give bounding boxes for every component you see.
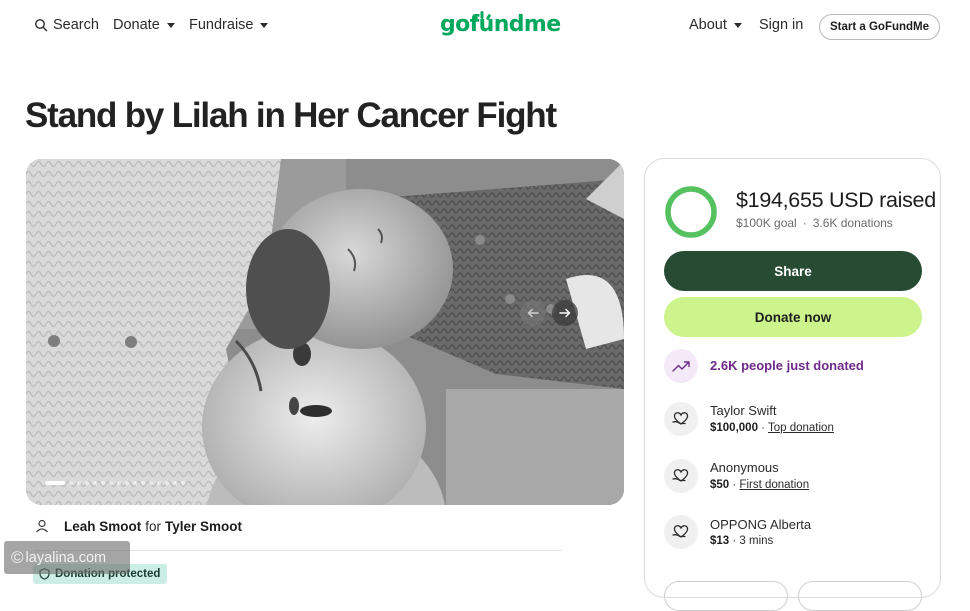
donate-menu[interactable]: Donate xyxy=(113,17,175,33)
share-button[interactable]: Share xyxy=(664,251,922,291)
carousel-dot[interactable] xyxy=(165,481,169,485)
logo-sprout-icon xyxy=(473,11,491,20)
donation-time: 3 mins xyxy=(739,535,774,547)
carousel-dot[interactable] xyxy=(109,481,113,485)
carousel-dot[interactable] xyxy=(77,481,81,485)
watermark-text: layalina.com xyxy=(25,549,107,566)
about-menu-label: About xyxy=(689,17,727,33)
heart-hand-icon xyxy=(672,412,689,425)
beneficiary-name: Tyler Smoot xyxy=(165,518,243,534)
donor-avatar xyxy=(664,459,698,493)
chevron-down-icon xyxy=(733,23,742,28)
donor-name: Anonymous xyxy=(710,460,779,475)
donor-meta: $50 · First donation xyxy=(710,479,810,491)
trending-up-icon xyxy=(672,361,690,372)
carousel-dot[interactable] xyxy=(45,481,65,485)
search-icon xyxy=(35,19,48,32)
donor-amount: $13 xyxy=(710,535,730,547)
start-gofundme-button[interactable]: Start a GoFundMe xyxy=(819,14,940,40)
about-menu[interactable]: About xyxy=(689,17,742,33)
donate-now-button[interactable]: Donate now xyxy=(664,297,922,337)
donor-name: OPPONG Alberta xyxy=(710,517,812,532)
organizer-for: for xyxy=(145,518,162,534)
donation-card: $194,655 USD raised $100K goal · 3.6K dona… xyxy=(644,158,941,611)
progress-ring xyxy=(665,186,717,238)
see-top-button[interactable] xyxy=(798,581,922,611)
carousel-dot[interactable] xyxy=(157,481,161,485)
carousel-dot[interactable] xyxy=(85,481,89,485)
chevron-down-icon xyxy=(260,23,269,28)
watermark: © layalina.com xyxy=(4,541,130,574)
photo-of-two-babies xyxy=(26,159,624,505)
copyright-icon: © xyxy=(11,547,24,567)
donor-meta: $13 · 3 mins xyxy=(710,535,774,547)
carousel-dot[interactable] xyxy=(149,481,153,485)
top-donation-link[interactable]: Top donation xyxy=(768,422,834,434)
donor-meta: $100,000 · Top donation xyxy=(710,422,834,434)
first-donation-link[interactable]: First donation xyxy=(739,479,809,491)
search-button[interactable]: Search xyxy=(34,17,99,33)
heart-hand-icon xyxy=(672,525,689,538)
donor-avatar xyxy=(664,402,698,436)
donate-menu-label: Donate xyxy=(113,17,160,33)
carousel-dot[interactable] xyxy=(117,481,121,485)
donation-count: 3.6K donations xyxy=(812,216,893,230)
carousel-dot[interactable] xyxy=(141,481,145,485)
donor-avatar xyxy=(664,515,698,549)
search-label: Search xyxy=(53,17,99,33)
carousel-dot[interactable] xyxy=(69,481,73,485)
donor-name: Taylor Swift xyxy=(710,403,777,418)
carousel-dot[interactable] xyxy=(125,481,129,485)
signin-link[interactable]: Sign in xyxy=(759,17,803,33)
donor-amount: $50 xyxy=(710,479,730,491)
campaign-photo-carousel[interactable] xyxy=(26,159,624,505)
carousel-dot[interactable] xyxy=(93,481,97,485)
amount-raised: $194,655 USD raised xyxy=(736,188,936,212)
goal-summary: $100K goal · 3.6K donations xyxy=(736,216,893,230)
fundraise-menu[interactable]: Fundraise xyxy=(189,17,269,33)
trend-badge xyxy=(664,349,698,383)
arrow-right-icon xyxy=(559,308,571,318)
chevron-down-icon xyxy=(166,23,175,28)
recent-donations-text[interactable]: 2.6K people just donated xyxy=(710,358,864,373)
separator-dot: · xyxy=(802,216,807,230)
donor-amount: $100,000 xyxy=(710,422,758,434)
top-navigation: Search Donate Fundraise gofundme About S… xyxy=(0,0,970,56)
organizer-line: Leah Smoot for Tyler Smoot xyxy=(34,518,242,534)
gofundme-logo[interactable]: gofundme xyxy=(440,12,561,37)
organizer-name: Leah Smoot xyxy=(64,518,142,534)
carousel-next-button[interactable] xyxy=(552,300,578,326)
heart-hand-icon xyxy=(672,469,689,482)
arrow-left-icon xyxy=(527,308,539,318)
user-icon xyxy=(36,519,48,533)
page-title: Stand by Lilah in Her Cancer Fight xyxy=(25,96,557,135)
carousel-dot[interactable] xyxy=(101,481,105,485)
carousel-dot[interactable] xyxy=(181,481,185,485)
carousel-dot[interactable] xyxy=(133,481,137,485)
carousel-prev-button[interactable] xyxy=(520,300,546,326)
fundraise-menu-label: Fundraise xyxy=(189,17,254,33)
carousel-indicators xyxy=(45,481,185,485)
carousel-dot[interactable] xyxy=(173,481,177,485)
signin-label: Sign in xyxy=(759,17,804,33)
see-all-button[interactable] xyxy=(664,581,788,611)
goal-amount: $100K goal xyxy=(736,216,797,230)
